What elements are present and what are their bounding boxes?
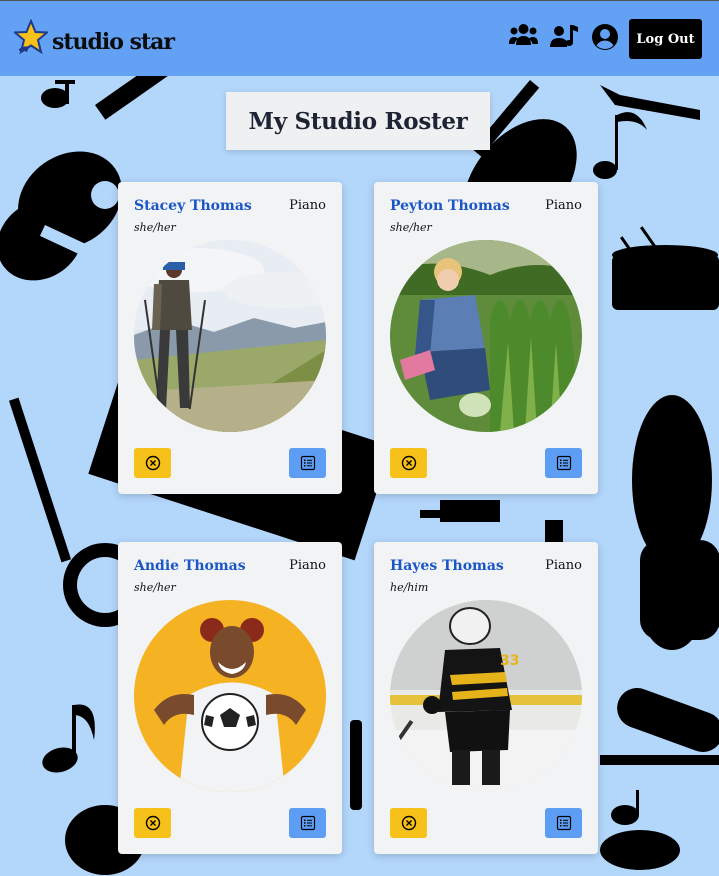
account-circle-icon[interactable] (591, 23, 619, 51)
student-details-button[interactable] (289, 448, 326, 478)
page-title: My Studio Roster (248, 107, 468, 135)
student-name[interactable]: Andie Thomas (134, 558, 246, 574)
student-name[interactable]: Hayes Thomas (390, 558, 504, 574)
student-instrument: Piano (289, 558, 326, 573)
remove-student-button[interactable] (134, 448, 171, 478)
student-card: Stacey Thomas Piano she/her (118, 182, 342, 494)
music-notes-user-icon[interactable] (550, 23, 578, 49)
student-card: Peyton Thomas Piano she/her (374, 182, 598, 494)
svg-text:33: 33 (500, 653, 519, 669)
circle-x-icon (401, 815, 416, 831)
page-title-box: My Studio Roster (226, 92, 490, 150)
app-name: studio star (52, 29, 175, 55)
student-card: Hayes Thomas Piano he/him 33 (374, 542, 598, 854)
instruments-background (0, 76, 719, 875)
student-pronouns: she/her (134, 581, 176, 594)
student-pronouns: she/her (134, 221, 176, 234)
star-logo-icon (14, 19, 48, 55)
remove-student-button[interactable] (390, 808, 427, 838)
student-details-button[interactable] (545, 808, 582, 838)
list-details-icon (556, 815, 571, 831)
student-instrument: Piano (545, 558, 582, 573)
students-group-icon[interactable] (509, 23, 538, 47)
student-pronouns: she/her (390, 221, 432, 234)
student-name[interactable]: Stacey Thomas (134, 198, 252, 214)
student-instrument: Piano (545, 198, 582, 213)
student-details-button[interactable] (289, 808, 326, 838)
student-name[interactable]: Peyton Thomas (390, 198, 510, 214)
remove-student-button[interactable] (134, 808, 171, 838)
list-details-icon (300, 815, 315, 831)
list-details-icon (300, 455, 315, 471)
top-navigation-bar: studio star Log Out (0, 1, 719, 76)
circle-x-icon (145, 815, 160, 831)
circle-x-icon (401, 455, 416, 471)
hockey-player-photo: 33 (390, 600, 582, 792)
student-card: Andie Thomas Piano she/her (118, 542, 342, 854)
circle-x-icon (145, 455, 160, 471)
student-pronouns: he/him (390, 581, 429, 594)
logout-button[interactable]: Log Out (629, 19, 702, 59)
student-details-button[interactable] (545, 448, 582, 478)
gardener-photo (390, 240, 582, 432)
soccer-girl-photo (134, 600, 326, 792)
remove-student-button[interactable] (390, 448, 427, 478)
hiker-photo (134, 240, 326, 432)
student-instrument: Piano (289, 198, 326, 213)
studio-star-logo[interactable]: studio star (14, 17, 184, 61)
list-details-icon (556, 455, 571, 471)
